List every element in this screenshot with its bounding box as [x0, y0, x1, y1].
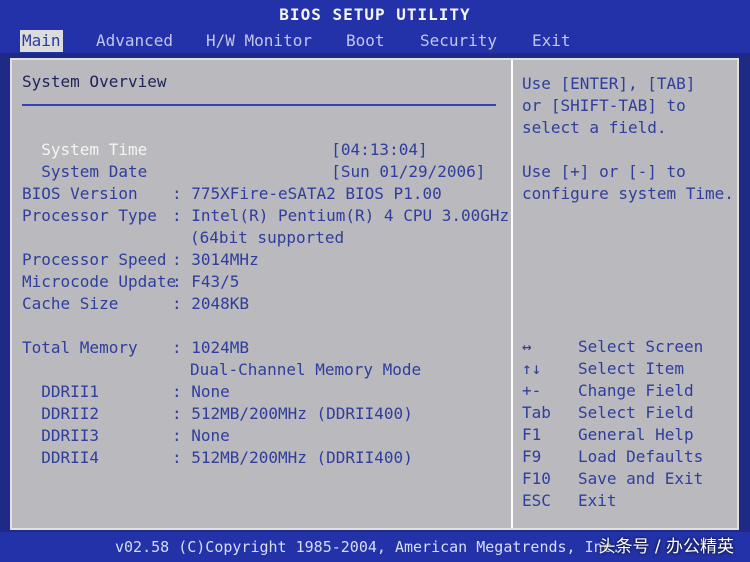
system-date-row[interactable]: System Date — [22, 139, 147, 183]
help-line: or [SHIFT-TAB] to — [522, 96, 686, 115]
key-glyph: ↑↓ — [522, 359, 542, 378]
memory-label: Total Memory — [22, 338, 177, 357]
memory-row: Total Memory — [22, 337, 176, 359]
info-value: : F43/5 — [172, 271, 239, 293]
memory-separator: : — [172, 382, 192, 401]
info-value-text: 2048KB — [191, 294, 250, 313]
key-description: General Help — [578, 425, 694, 444]
info-separator: : — [172, 272, 192, 291]
info-separator: : — [172, 206, 192, 225]
memory-row: DDRII2 — [22, 403, 176, 425]
memory-value-text: Dual-Channel Memory Mode — [190, 360, 422, 379]
memory-value: : 512MB/200MHz (DDRII400) — [172, 447, 413, 469]
memory-row: DDRII4 — [22, 447, 176, 469]
tab-advanced[interactable]: Advanced — [96, 30, 173, 52]
memory-label: DDRII1 — [22, 382, 177, 401]
memory-separator: : — [172, 338, 192, 357]
memory-value-text: None — [191, 382, 230, 401]
window-title: BIOS SETUP UTILITY — [0, 0, 750, 28]
info-value-text: 775XFire-eSATA2 BIOS P1.00 — [191, 184, 442, 203]
info-value: : Intel(R) Pentium(R) 4 CPU 3.00GHz — [172, 205, 509, 227]
memory-label: DDRII3 — [22, 426, 177, 445]
memory-row: DDRII3 — [22, 425, 176, 447]
key-glyph: Tab — [522, 403, 551, 422]
info-separator: : — [172, 250, 192, 269]
info-label: Microcode Update — [22, 272, 177, 291]
memory-separator: : — [172, 404, 192, 423]
memory-label: DDRII4 — [22, 448, 177, 467]
memory-row: DDRII1 — [22, 381, 176, 403]
help-line: configure system Time. — [522, 184, 734, 203]
key-glyph: ESC — [522, 491, 551, 510]
info-value: : 3014MHz — [172, 249, 259, 271]
memory-label: DDRII2 — [22, 404, 177, 423]
info-separator: : — [172, 184, 192, 203]
info-row: Processor Type — [22, 205, 176, 227]
memory-value: : None — [172, 381, 230, 403]
watermark-text: 头条号 / 办公精英 — [598, 537, 734, 557]
key-description: Select Item — [578, 359, 684, 378]
panel-divider — [511, 60, 513, 528]
memory-value-text: 1024MB — [191, 338, 250, 357]
system-date-value[interactable]: [Sun 01/29/2006] — [331, 162, 485, 181]
key-glyph: F9 — [522, 447, 542, 466]
info-label: Processor Type — [22, 206, 177, 225]
section-rule — [22, 104, 496, 106]
tab-main[interactable]: Main — [20, 30, 63, 52]
memory-value-text: 512MB/200MHz (DDRII400) — [191, 448, 413, 467]
key-description: Select Field — [578, 403, 694, 422]
info-value-text: Intel(R) Pentium(R) 4 CPU 3.00GHz — [191, 206, 510, 225]
section-title: System Overview — [22, 72, 167, 91]
info-separator: : — [172, 294, 192, 313]
info-row: Cache Size — [22, 293, 176, 315]
system-date-field[interactable]: [Sun 01/29/2006] — [312, 139, 485, 183]
key-glyph: F10 — [522, 469, 551, 488]
system-date-label: System Date — [41, 162, 148, 181]
key-description: Change Field — [578, 381, 694, 400]
memory-value: Dual-Channel Memory Mode — [190, 359, 421, 381]
info-value: : 775XFire-eSATA2 BIOS P1.00 — [172, 183, 442, 205]
memory-separator: : — [172, 426, 192, 445]
memory-separator: : — [172, 448, 192, 467]
info-row: Microcode Update — [22, 271, 176, 293]
info-value-text: F43/5 — [191, 272, 240, 291]
key-description: Save and Exit — [578, 469, 704, 488]
memory-value-text: 512MB/200MHz (DDRII400) — [191, 404, 413, 423]
key-glyph: ↔ — [522, 337, 532, 356]
tab-security[interactable]: Security — [420, 30, 497, 52]
info-value-text: 3014MHz — [191, 250, 259, 269]
tab-hw-monitor[interactable]: H/W Monitor — [206, 30, 312, 52]
info-label: Cache Size — [22, 294, 177, 313]
help-line: Use [ENTER], [TAB] — [522, 74, 696, 93]
memory-value-text: None — [191, 426, 230, 445]
memory-value: : 1024MB — [172, 337, 249, 359]
menu-bar: Main Advanced H/W Monitor Boot Security … — [0, 28, 750, 53]
memory-value: : 512MB/200MHz (DDRII400) — [172, 403, 413, 425]
key-description: Select Screen — [578, 337, 704, 356]
key-glyph: +- — [522, 381, 542, 400]
key-description: Load Defaults — [578, 447, 704, 466]
copyright-text: v02.58 (C)Copyright 1985-2004, American … — [115, 538, 621, 556]
tab-boot[interactable]: Boot — [346, 30, 385, 52]
info-row: BIOS Version — [22, 183, 176, 205]
memory-value: : None — [172, 425, 230, 447]
help-line: select a field. — [522, 118, 667, 137]
info-row: Processor Speed — [22, 249, 176, 271]
info-label: Processor Speed — [22, 250, 177, 269]
info-value-text: (64bit supported — [190, 228, 345, 247]
info-value: : 2048KB — [172, 293, 249, 315]
key-glyph: F1 — [522, 425, 542, 444]
info-value: (64bit supported — [190, 227, 344, 249]
tab-exit[interactable]: Exit — [532, 30, 571, 52]
help-line: Use [+] or [-] to — [522, 162, 686, 181]
footer-bar: v02.58 (C)Copyright 1985-2004, American … — [0, 532, 750, 562]
key-description: Exit — [578, 491, 617, 510]
info-label: BIOS Version — [22, 184, 177, 203]
